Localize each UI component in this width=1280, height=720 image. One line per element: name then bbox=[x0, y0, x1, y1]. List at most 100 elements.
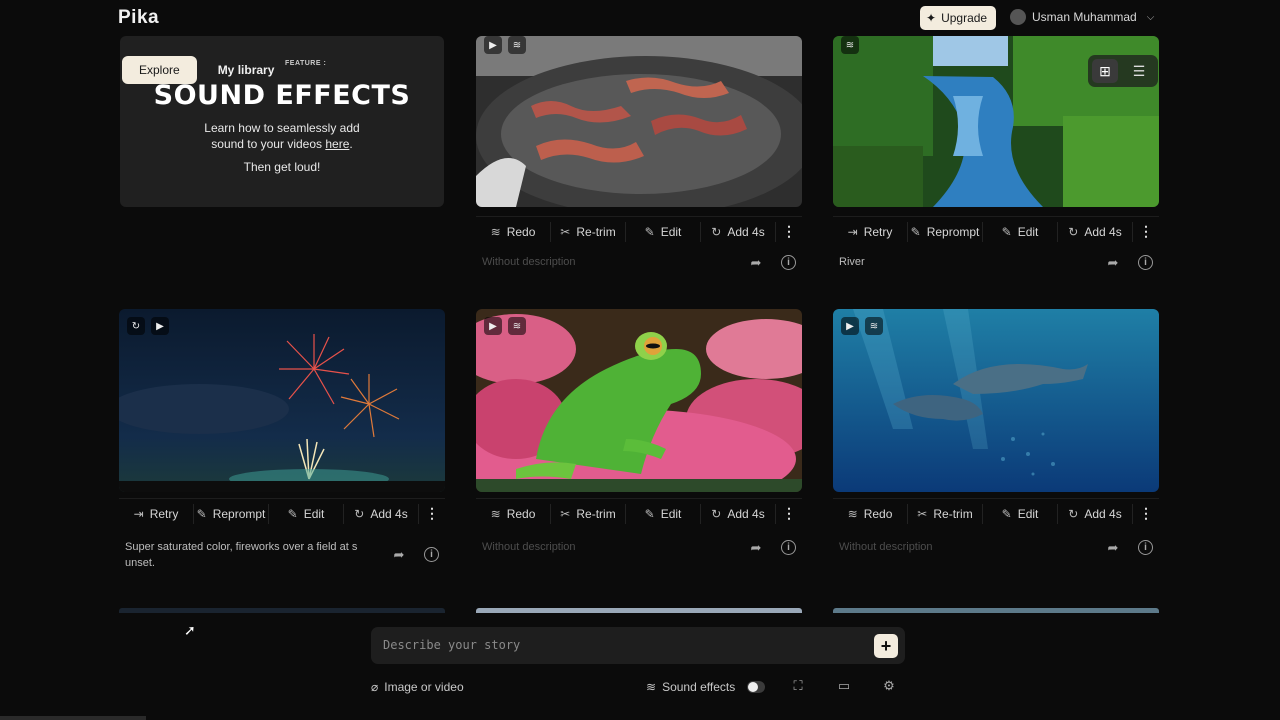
brush-icon: ✎ bbox=[644, 224, 655, 239]
action-label: Re-trim bbox=[576, 506, 616, 521]
edit-button[interactable]: ✎ Edit bbox=[626, 503, 701, 524]
sound-wave-icon: ≋ bbox=[646, 680, 657, 694]
sound-wave-icon: ≋ bbox=[490, 506, 501, 521]
list-view-icon[interactable]: ☰ bbox=[1126, 59, 1152, 83]
description-row: Without description ➦ i bbox=[476, 539, 802, 579]
retry-button[interactable]: ⇥ Retry bbox=[833, 221, 908, 242]
sound-wave-icon: ≋ bbox=[508, 36, 526, 54]
action-label: Reprompt bbox=[926, 224, 980, 239]
info-icon[interactable]: i bbox=[1138, 540, 1153, 555]
feature-body-line2: sound to your videos here. bbox=[120, 136, 444, 152]
info-icon[interactable]: i bbox=[781, 540, 796, 555]
action-label: Reprompt bbox=[212, 506, 266, 521]
more-options-icon[interactable]: ⋮ bbox=[1133, 505, 1159, 522]
tab-my-library[interactable]: My library bbox=[201, 56, 292, 84]
edit-button[interactable]: ✎ Edit bbox=[983, 221, 1058, 242]
card-actions: ≋ Redo ✂ Re-trim ✎ Edit ↻ Add 4s ⋮ bbox=[833, 498, 1159, 528]
retrim-button[interactable]: ✂ Re-trim bbox=[908, 503, 983, 524]
submit-plus-button[interactable]: + bbox=[874, 634, 898, 658]
trim-icon: ✂ bbox=[560, 506, 571, 521]
trim-icon: ✂ bbox=[917, 506, 928, 521]
pika-logo[interactable]: Pika bbox=[118, 7, 159, 29]
more-options-icon[interactable]: ⋮ bbox=[419, 505, 445, 522]
card-description: Without description bbox=[839, 541, 933, 553]
description-row: Super saturated color, fireworks over a … bbox=[119, 539, 445, 579]
video-card-fireworks: ↻ ▶ ⇥ Retry ✎ Reprompt ✎ Edit ↻ Add 4s ⋮ Sup… bbox=[119, 309, 445, 579]
action-label: Re-trim bbox=[576, 224, 616, 239]
redo-button[interactable]: ≋ Redo bbox=[833, 503, 908, 524]
toggle-switch[interactable] bbox=[747, 681, 766, 693]
action-label: Edit bbox=[1017, 506, 1039, 521]
brush-icon: ✎ bbox=[287, 506, 298, 521]
add-4s-button[interactable]: ↻ Add 4s bbox=[344, 503, 419, 524]
action-label: Add 4s bbox=[727, 506, 765, 521]
info-icon[interactable]: i bbox=[424, 547, 439, 562]
add-4s-button[interactable]: ↻ Add 4s bbox=[701, 221, 776, 242]
info-icon[interactable]: i bbox=[781, 255, 796, 270]
top-bar: Pika ✦ Upgrade Usman Muhammad ⌵ bbox=[0, 0, 1280, 36]
sparkle-icon: ✦ bbox=[926, 11, 937, 25]
feature-title: SOUND EFFECTS bbox=[153, 80, 411, 111]
share-icon[interactable]: ➦ bbox=[748, 540, 764, 556]
grid-view-icon[interactable]: ⊞ bbox=[1092, 59, 1118, 83]
reprompt-button[interactable]: ✎ Reprompt bbox=[908, 221, 983, 242]
feature-here-link[interactable]: here bbox=[325, 137, 349, 151]
retry-button[interactable]: ⇥ Retry bbox=[119, 503, 194, 524]
tab-explore[interactable]: Explore bbox=[122, 56, 197, 84]
add-4s-button[interactable]: ↻ Add 4s bbox=[1058, 503, 1133, 524]
info-icon[interactable]: i bbox=[1138, 255, 1153, 270]
feature-body-period: . bbox=[349, 137, 353, 151]
card-actions: ⇥ Retry ✎ Reprompt ✎ Edit ↻ Add 4s ⋮ bbox=[833, 216, 1159, 246]
sound-effects-toggle[interactable]: ≋ Sound effects bbox=[646, 678, 766, 696]
more-options-icon[interactable]: ⋮ bbox=[776, 223, 802, 240]
video-camera-icon[interactable]: ▭ bbox=[836, 678, 852, 694]
settings-sliders-icon[interactable]: ⚙ bbox=[881, 678, 897, 694]
video-thumbnail[interactable]: ▶ ≋ bbox=[476, 309, 802, 492]
story-composer: + bbox=[371, 627, 905, 664]
video-icon: ▶ bbox=[151, 317, 169, 335]
video-thumbnail[interactable]: ▶ ≋ bbox=[833, 309, 1159, 492]
refresh-icon: ↻ bbox=[1068, 224, 1079, 239]
refresh-icon: ↻ bbox=[354, 506, 365, 521]
redo-button[interactable]: ≋ Redo bbox=[476, 221, 551, 242]
expand-icon[interactable]: ⛶ bbox=[790, 678, 806, 694]
retrim-button[interactable]: ✂ Re-trim bbox=[551, 221, 626, 242]
brush-icon: ✎ bbox=[1001, 506, 1012, 521]
more-options-icon[interactable]: ⋮ bbox=[776, 505, 802, 522]
card-actions: ⇥ Retry ✎ Reprompt ✎ Edit ↻ Add 4s ⋮ bbox=[119, 498, 445, 528]
attach-media-button[interactable]: ⌀ Image or video bbox=[371, 678, 464, 696]
sound-effects-label: Sound effects bbox=[662, 680, 736, 694]
reprompt-button[interactable]: ✎ Reprompt bbox=[194, 503, 269, 524]
scrollbar[interactable] bbox=[0, 716, 146, 720]
mouse-cursor-icon: ➚ bbox=[184, 622, 196, 638]
edit-button[interactable]: ✎ Edit bbox=[983, 503, 1058, 524]
share-icon[interactable]: ➦ bbox=[391, 547, 407, 563]
action-label: Redo bbox=[506, 506, 536, 521]
action-label: Edit bbox=[1017, 224, 1039, 239]
share-icon[interactable]: ➦ bbox=[1105, 540, 1121, 556]
more-options-icon[interactable]: ⋮ bbox=[1133, 223, 1159, 240]
share-icon[interactable]: ➦ bbox=[748, 255, 764, 271]
retrim-button[interactable]: ✂ Re-trim bbox=[551, 503, 626, 524]
refresh-icon: ↻ bbox=[1068, 506, 1079, 521]
attach-label: Image or video bbox=[384, 680, 464, 694]
description-row: River ➦ i bbox=[833, 254, 1159, 294]
video-thumbnail[interactable]: ▶ ≋ bbox=[476, 36, 802, 207]
video-thumbnail[interactable]: ↻ ▶ bbox=[119, 309, 445, 492]
add-4s-button[interactable]: ↻ Add 4s bbox=[701, 503, 776, 524]
edit-button[interactable]: ✎ Edit bbox=[269, 503, 344, 524]
retry-icon: ⇥ bbox=[133, 506, 144, 521]
add-4s-button[interactable]: ↻ Add 4s bbox=[1058, 221, 1133, 242]
user-menu[interactable]: Usman Muhammad ⌵ bbox=[1010, 9, 1154, 25]
story-input[interactable] bbox=[383, 636, 833, 654]
action-label: Edit bbox=[660, 224, 682, 239]
trim-icon: ✂ bbox=[560, 224, 571, 239]
redo-button[interactable]: ≋ Redo bbox=[476, 503, 551, 524]
sound-wave-icon: ≋ bbox=[508, 317, 526, 335]
description-row: Without description ➦ i bbox=[833, 539, 1159, 579]
video-card-frog: ▶ ≋ ≋ Redo ✂ Re-trim ✎ Edit ↻ Add 4s ⋮ Witho… bbox=[476, 309, 802, 569]
share-icon[interactable]: ➦ bbox=[1105, 255, 1121, 271]
action-label: Add 4s bbox=[370, 506, 408, 521]
edit-button[interactable]: ✎ Edit bbox=[626, 221, 701, 242]
upgrade-button[interactable]: ✦ Upgrade bbox=[920, 6, 997, 30]
